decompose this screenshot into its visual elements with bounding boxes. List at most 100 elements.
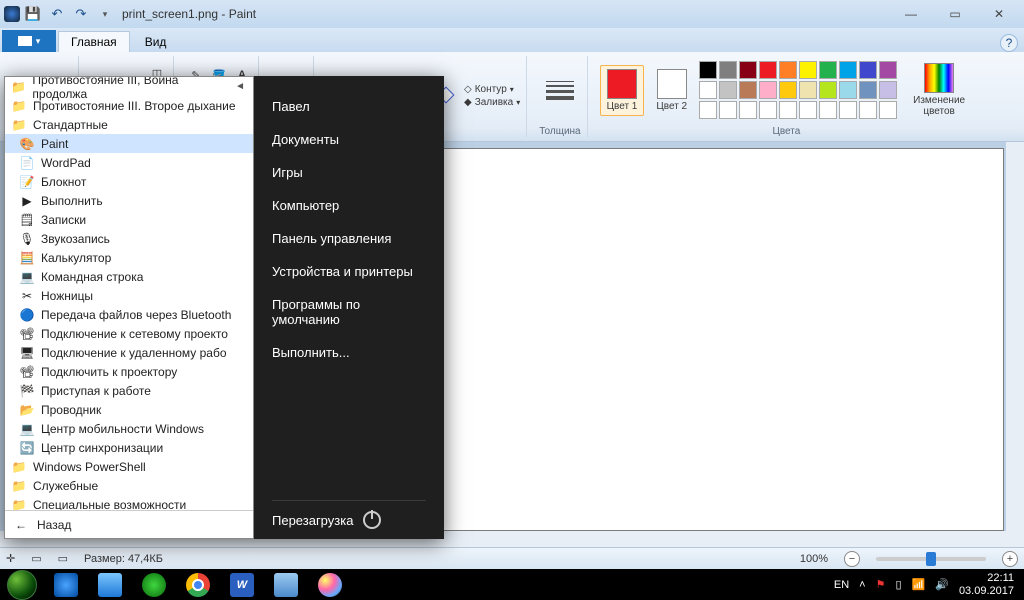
network-icon[interactable]: 📶 (912, 578, 926, 591)
palette-swatch[interactable] (819, 61, 837, 79)
start-menu-item[interactable]: 📄WordPad (5, 153, 253, 172)
start-menu-item[interactable]: 📁Противостояние III. Второе дыхание (5, 96, 253, 115)
taskbar-ie-icon[interactable] (48, 571, 84, 599)
flag-icon[interactable]: ⚑ (876, 578, 886, 591)
save-icon[interactable]: 💾 (24, 5, 42, 23)
palette-swatch[interactable] (839, 61, 857, 79)
app-icon[interactable] (4, 6, 20, 22)
tab-view[interactable]: Вид (132, 31, 180, 52)
restart-button[interactable]: Перезагрузка (272, 513, 353, 528)
start-menu-item[interactable]: 🧮Калькулятор (5, 248, 253, 267)
palette-swatch[interactable] (719, 61, 737, 79)
undo-icon[interactable]: ↶ (48, 5, 66, 23)
start-menu-item[interactable]: 📽Подключить к проектору (5, 362, 253, 381)
volume-icon[interactable]: 🔊 (935, 578, 949, 591)
start-menu-item[interactable]: 🏁Приступая к работе (5, 381, 253, 400)
palette-swatch[interactable] (839, 81, 857, 99)
zoom-slider[interactable] (876, 557, 986, 561)
taskbar-paint-icon[interactable] (312, 571, 348, 599)
thickness-button[interactable] (542, 79, 578, 102)
palette-swatch[interactable] (759, 81, 777, 99)
start-menu-item[interactable]: 🎨Paint (5, 134, 253, 153)
zoom-in-button[interactable]: + (1002, 551, 1018, 567)
palette-swatch[interactable] (759, 101, 777, 119)
palette-swatch[interactable] (819, 101, 837, 119)
start-menu-item[interactable]: ✂Ножницы (5, 286, 253, 305)
start-menu-item[interactable]: 🖥Подключение к удаленному рабо (5, 343, 253, 362)
start-menu-place[interactable]: Документы (272, 123, 426, 156)
palette-swatch[interactable] (699, 101, 717, 119)
start-menu-item[interactable]: 📁Windows PowerShell (5, 457, 253, 476)
taskbar-word-icon[interactable]: W (224, 571, 260, 599)
start-menu-item[interactable]: 🎙Звукозапись (5, 229, 253, 248)
file-tab[interactable]: ▾ (2, 30, 56, 52)
palette-swatch[interactable] (699, 61, 717, 79)
start-menu-place[interactable]: Выполнить... (272, 336, 426, 369)
palette-swatch[interactable] (879, 81, 897, 99)
color1-button[interactable]: Цвет 1 (600, 65, 645, 116)
start-menu-place[interactable]: Устройства и принтеры (272, 255, 426, 288)
start-menu-item[interactable]: 📁Служебные (5, 476, 253, 495)
taskbar-chrome-icon[interactable] (180, 571, 216, 599)
close-button[interactable]: ✕ (978, 4, 1020, 24)
palette-swatch[interactable] (859, 81, 877, 99)
palette-swatch[interactable] (819, 81, 837, 99)
language-indicator[interactable]: EN (834, 579, 849, 591)
outline-button[interactable]: ◇Контур▾ (464, 84, 520, 95)
palette-swatch[interactable] (739, 61, 757, 79)
palette-swatch[interactable] (719, 101, 737, 119)
taskbar-explorer-icon[interactable] (92, 571, 128, 599)
help-icon[interactable]: ? (1000, 34, 1018, 52)
start-menu-place[interactable]: Павел (272, 90, 426, 123)
palette-swatch[interactable] (799, 101, 817, 119)
start-menu-item[interactable]: 📁Стандартные (5, 115, 253, 134)
power-icon[interactable] (363, 511, 381, 529)
palette-swatch[interactable] (879, 61, 897, 79)
start-menu-place[interactable]: Компьютер (272, 189, 426, 222)
taskbar-clock[interactable]: 22:11 03.09.2017 (959, 572, 1014, 596)
start-menu-item[interactable]: 📝Блокнот (5, 172, 253, 191)
palette-swatch[interactable] (779, 101, 797, 119)
palette-swatch[interactable] (699, 81, 717, 99)
maximize-button[interactable]: ▭ (934, 4, 976, 24)
palette-swatch[interactable] (859, 61, 877, 79)
fill-button[interactable]: ◆Заливка▾ (464, 97, 520, 108)
palette-swatch[interactable] (739, 101, 757, 119)
start-menu-item[interactable]: 🔄Центр синхронизации (5, 438, 253, 457)
taskbar-app-icon[interactable] (136, 571, 172, 599)
start-menu-place[interactable]: Программы по умолчанию (272, 288, 426, 336)
start-button[interactable] (4, 571, 40, 599)
color2-button[interactable]: Цвет 2 (652, 67, 691, 114)
battery-icon[interactable]: ▯ (895, 578, 901, 591)
zoom-out-button[interactable]: − (844, 551, 860, 567)
palette-swatch[interactable] (799, 81, 817, 99)
start-menu-item[interactable]: 📁Специальные возможности (5, 495, 253, 510)
start-menu-place[interactable]: Игры (272, 156, 426, 189)
palette-swatch[interactable] (719, 81, 737, 99)
palette-swatch[interactable] (879, 101, 897, 119)
palette-swatch[interactable] (779, 61, 797, 79)
edit-colors-button[interactable]: Изменение цветов (905, 61, 973, 119)
start-menu-item[interactable]: ▶Выполнить (5, 191, 253, 210)
color-palette[interactable] (699, 61, 897, 119)
start-menu-item[interactable]: 📁Противостояние III, Война продолжа◄ (5, 77, 253, 96)
taskbar-app2-icon[interactable] (268, 571, 304, 599)
qat-customize-icon[interactable]: ▾ (96, 5, 114, 23)
start-menu-item[interactable]: 📽Подключение к сетевому проекто (5, 324, 253, 343)
vertical-scrollbar[interactable] (1006, 142, 1024, 551)
palette-swatch[interactable] (859, 101, 877, 119)
palette-swatch[interactable] (739, 81, 757, 99)
start-menu-item[interactable]: 💻Командная строка (5, 267, 253, 286)
tab-main[interactable]: Главная (58, 31, 130, 52)
tray-chevron-icon[interactable]: ˄ (859, 579, 865, 591)
start-menu-item[interactable]: 🗒Записки (5, 210, 253, 229)
start-menu-item[interactable]: 💻Центр мобильности Windows (5, 419, 253, 438)
minimize-button[interactable]: — (890, 4, 932, 24)
palette-swatch[interactable] (799, 61, 817, 79)
redo-icon[interactable]: ↷ (72, 5, 90, 23)
start-menu-back-button[interactable]: ← Назад (5, 510, 253, 538)
palette-swatch[interactable] (839, 101, 857, 119)
palette-swatch[interactable] (759, 61, 777, 79)
start-menu-item[interactable]: 📂Проводник (5, 400, 253, 419)
start-menu-place[interactable]: Панель управления (272, 222, 426, 255)
